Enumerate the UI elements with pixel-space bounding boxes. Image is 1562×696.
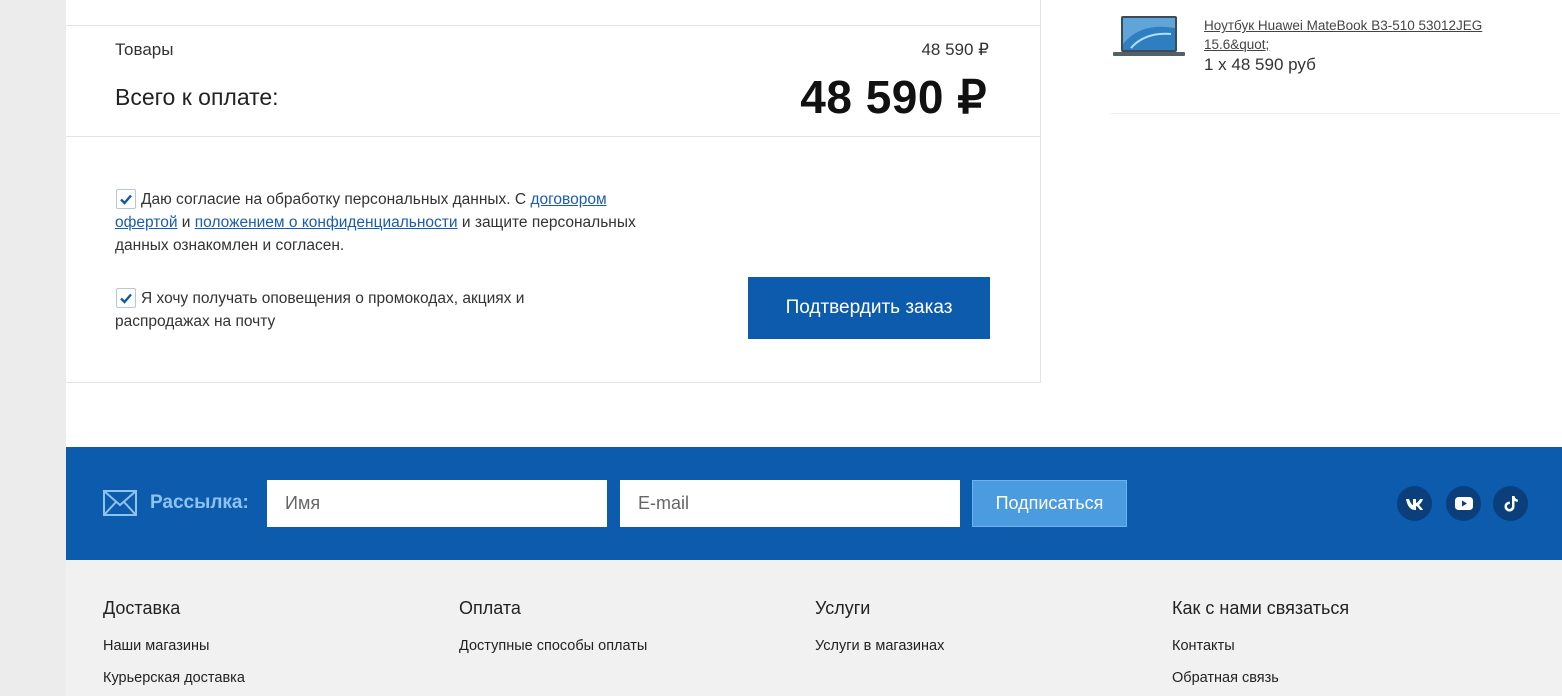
footer-link[interactable]: Доступные способы оплаты [459, 638, 647, 654]
footer-link[interactable]: Услуги в магазинах [815, 638, 944, 654]
subscribe-button[interactable]: Подписаться [972, 480, 1127, 527]
footer-link[interactable]: Контакты [1172, 638, 1349, 654]
footer-column-title: Как с нами связаться [1172, 598, 1350, 618]
divider [66, 25, 1040, 26]
total-value: 48 590 ₽ [800, 71, 987, 123]
mail-icon [103, 490, 137, 516]
goods-value: 48 590 ₽ [921, 40, 989, 59]
total-label: Всего к оплате: [115, 84, 279, 110]
name-input[interactable] [267, 480, 607, 527]
order-summary: Товары 48 590 ₽ Всего к оплате: 48 590 ₽… [66, 0, 1041, 383]
checkout-page: Товары 48 590 ₽ Всего к оплате: 48 590 ₽… [66, 0, 1562, 696]
promo-text: Я хочу получать оповещения о промокодах,… [115, 290, 525, 330]
footer-column-title: Доставка [103, 598, 181, 618]
newsletter-label: Рассылка: [150, 492, 249, 513]
privacy-link[interactable]: положением о конфиденциальности [195, 214, 458, 231]
vk-icon[interactable] [1397, 486, 1432, 521]
consent-text-part: Даю согласие на обработку персональных д… [141, 191, 531, 208]
consent-text: Даю согласие на обработку персональных д… [115, 188, 655, 257]
product-quantity-price: 1 x 48 590 руб [1204, 55, 1316, 74]
email-input[interactable] [620, 480, 960, 527]
laptop-thumbnail[interactable] [1111, 14, 1187, 58]
tiktok-icon[interactable] [1493, 486, 1528, 521]
product-link[interactable]: Ноутбук Huawei MateBook B3-510 53012JEG … [1204, 16, 1514, 54]
footer-column-payment: Оплата Доступные способы оплаты [459, 598, 647, 670]
footer-link[interactable]: Обратная связь [1172, 670, 1349, 686]
footer-link[interactable]: Курьерская доставка [103, 670, 245, 686]
footer-column-title: Услуги [815, 598, 871, 618]
cart-item: Ноутбук Huawei MateBook B3-510 53012JEG … [1110, 0, 1560, 114]
footer-column-services: Услуги Услуги в магазинах [815, 598, 944, 670]
goods-label: Товары [115, 40, 174, 59]
newsletter-bar: Рассылка: Подписаться [66, 447, 1562, 560]
footer-column-contact: Как с нами связаться Контакты Обратная с… [1172, 598, 1349, 696]
footer-column-delivery: Доставка Наши магазины Курьерская достав… [103, 598, 245, 696]
footer-column-title: Оплата [459, 598, 521, 618]
youtube-icon[interactable] [1446, 486, 1481, 521]
divider [66, 136, 1040, 137]
consent-text-part: и [177, 214, 195, 231]
confirm-order-button[interactable]: Подтвердить заказ [748, 277, 990, 339]
footer-link[interactable]: Наши магазины [103, 638, 245, 654]
footer: Доставка Наши магазины Курьерская достав… [66, 560, 1562, 696]
